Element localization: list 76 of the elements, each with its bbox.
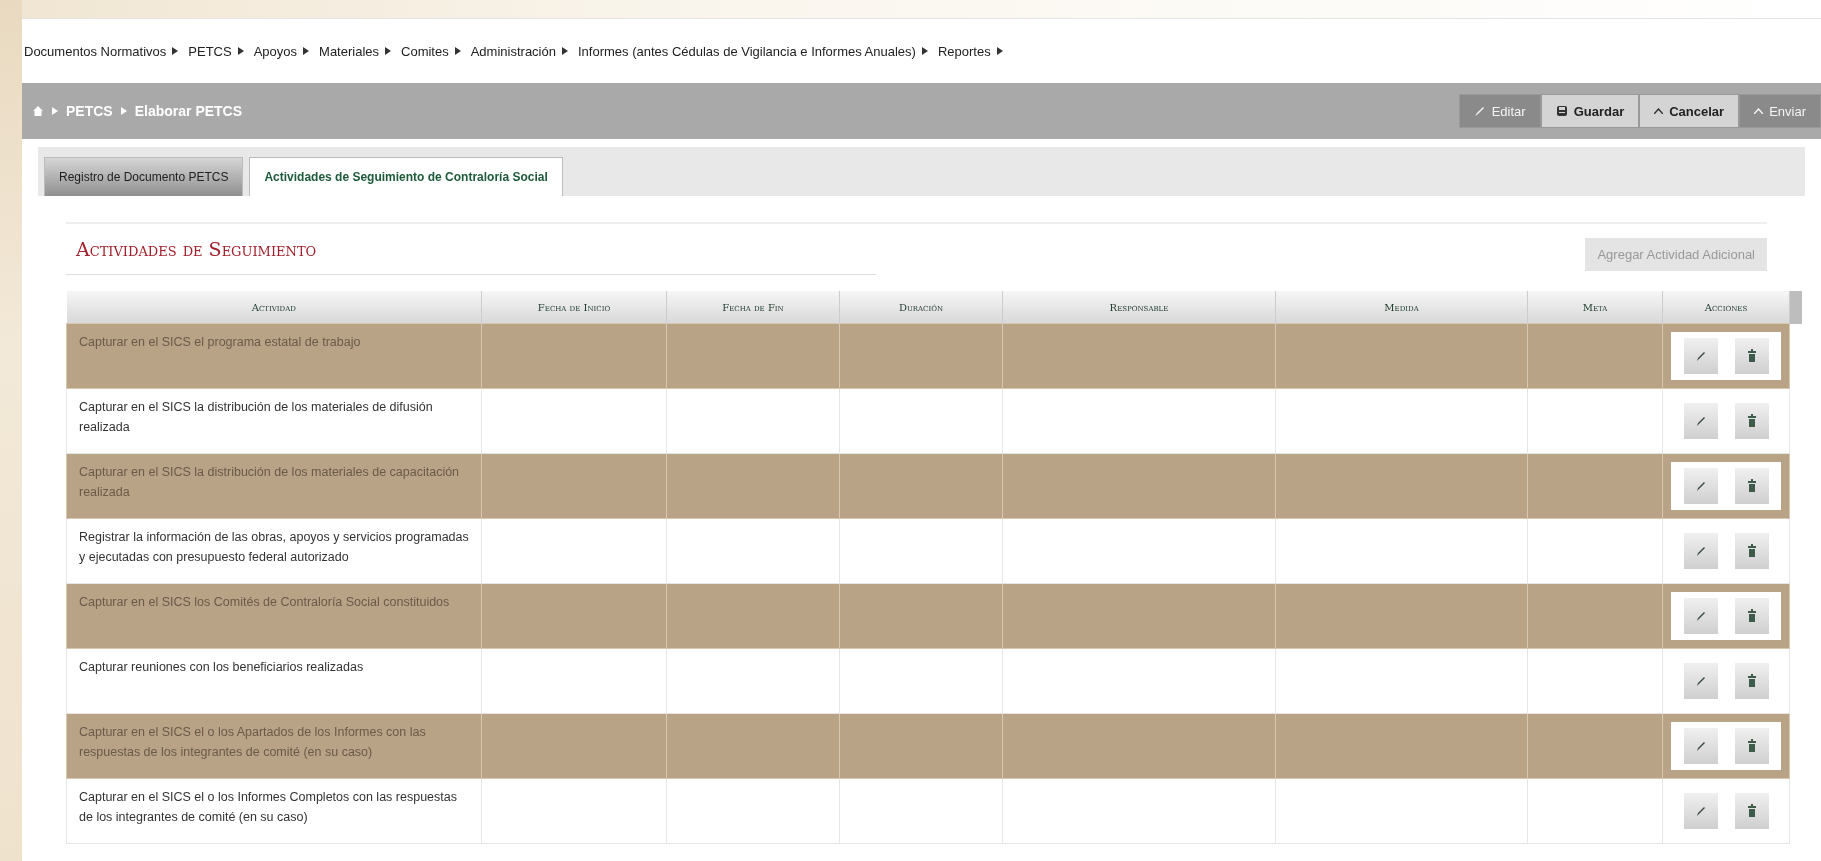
triangle-icon [454,47,461,55]
trash-icon [1746,479,1757,493]
column-header: Actividad [66,291,482,324]
toolbar-button[interactable]: Cancelar [1639,94,1740,128]
column-header: Responsable [1002,291,1276,324]
table-cell: Capturar en el SICS la distribución de los materiales de difusión realizada [66,388,482,454]
pencil-icon [1694,805,1707,817]
triangle-icon [561,47,568,55]
delete-button[interactable] [1734,403,1769,439]
delete-button[interactable] [1734,728,1769,764]
pencil-icon [1694,545,1707,557]
trash-icon [1746,544,1757,558]
trash-icon [1746,349,1757,363]
table-cell: Capturar en el SICS el o los Apartados de los Informes con las respuestas de los integrantes de comité (en su caso) [66,713,482,779]
delete-button[interactable] [1734,793,1769,829]
edit-button[interactable] [1683,598,1718,634]
column-header: Fecha de Fin [666,291,840,324]
edit-button[interactable] [1683,338,1718,374]
menu-item[interactable]: Documentos Normativos [24,43,179,59]
trash-icon [1746,739,1757,753]
triangle-icon [52,107,58,115]
column-header: Acciones [1662,291,1790,324]
pencil-icon [1694,610,1707,622]
table-cell: Capturar reuniones con los beneficiarios realizadas [66,648,482,714]
caret-icon [1654,108,1664,114]
table-cell: Registrar la información de las obras, apoyos y servicios programadas y ejecutadas con presupuesto federal autorizado [66,518,482,584]
menu-item[interactable]: Informes (antes Cédulas de Vigilancia e Informes Anuales) [577,43,928,59]
menu-item[interactable]: Administración [470,43,568,59]
column-header: Fecha de Inicio [481,291,667,324]
column-header: Duración [839,291,1003,324]
pencil-icon [1694,350,1707,362]
triangle-icon [120,107,127,115]
home-icon[interactable] [32,105,44,117]
table-cell: Capturar en el SICS el programa estatal de trabajo [66,323,482,389]
edit-button[interactable] [1683,793,1718,829]
trash-icon [1746,674,1757,688]
toolbar-button[interactable]: Guardar [1540,94,1640,128]
column-header: Meta [1527,291,1663,324]
triangle-icon [303,47,310,55]
section-title: Actividades de Seguimiento [66,238,876,275]
table-cell: Capturar en el SICS la distribución de los materiales de capacitación realizada [66,453,482,519]
pencil-icon [1694,675,1707,687]
edit-button[interactable] [1683,663,1718,699]
pencil-icon [1694,480,1707,492]
tab[interactable]: Actividades de Seguimiento de Contraloría Social [249,157,563,196]
edit-button[interactable] [1683,403,1718,439]
triangle-icon [996,47,1003,55]
trash-icon [1746,414,1757,428]
edit-button[interactable] [1683,468,1718,504]
edit-button[interactable] [1683,533,1718,569]
tab[interactable]: Registro de Documento PETCS [44,157,244,196]
edit-button[interactable] [1683,728,1718,764]
table-cell: Capturar en el SICS los Comités de Contraloría Social constituidos [66,583,482,649]
menu-item[interactable]: Comites [401,43,461,59]
trash-icon [1746,609,1757,623]
menu-item[interactable]: Reportes [937,43,1003,59]
trash-icon [1746,804,1757,818]
menu-item[interactable]: PETCS [188,43,244,59]
pencil-icon [1694,415,1707,427]
delete-button[interactable] [1734,338,1769,374]
triangle-icon [172,47,179,55]
delete-button[interactable] [1734,598,1769,634]
caret-icon [1754,108,1764,114]
delete-button[interactable] [1734,533,1769,569]
triangle-icon [385,47,391,55]
menu-item[interactable]: Materiales [319,43,391,59]
save-icon [1555,105,1568,117]
pencil-icon [1694,740,1707,752]
pencil-icon [1473,105,1486,117]
triangle-icon [237,47,244,55]
triangle-icon [921,47,928,55]
delete-button[interactable] [1734,468,1769,504]
table-cell: Capturar en el SICS el o los Informes Completos con las respuestas de los integrantes de comité (en su caso) [66,778,482,844]
column-header: Medida [1275,291,1528,324]
delete-button[interactable] [1734,663,1769,699]
menu-item[interactable]: Apoyos [253,43,310,59]
